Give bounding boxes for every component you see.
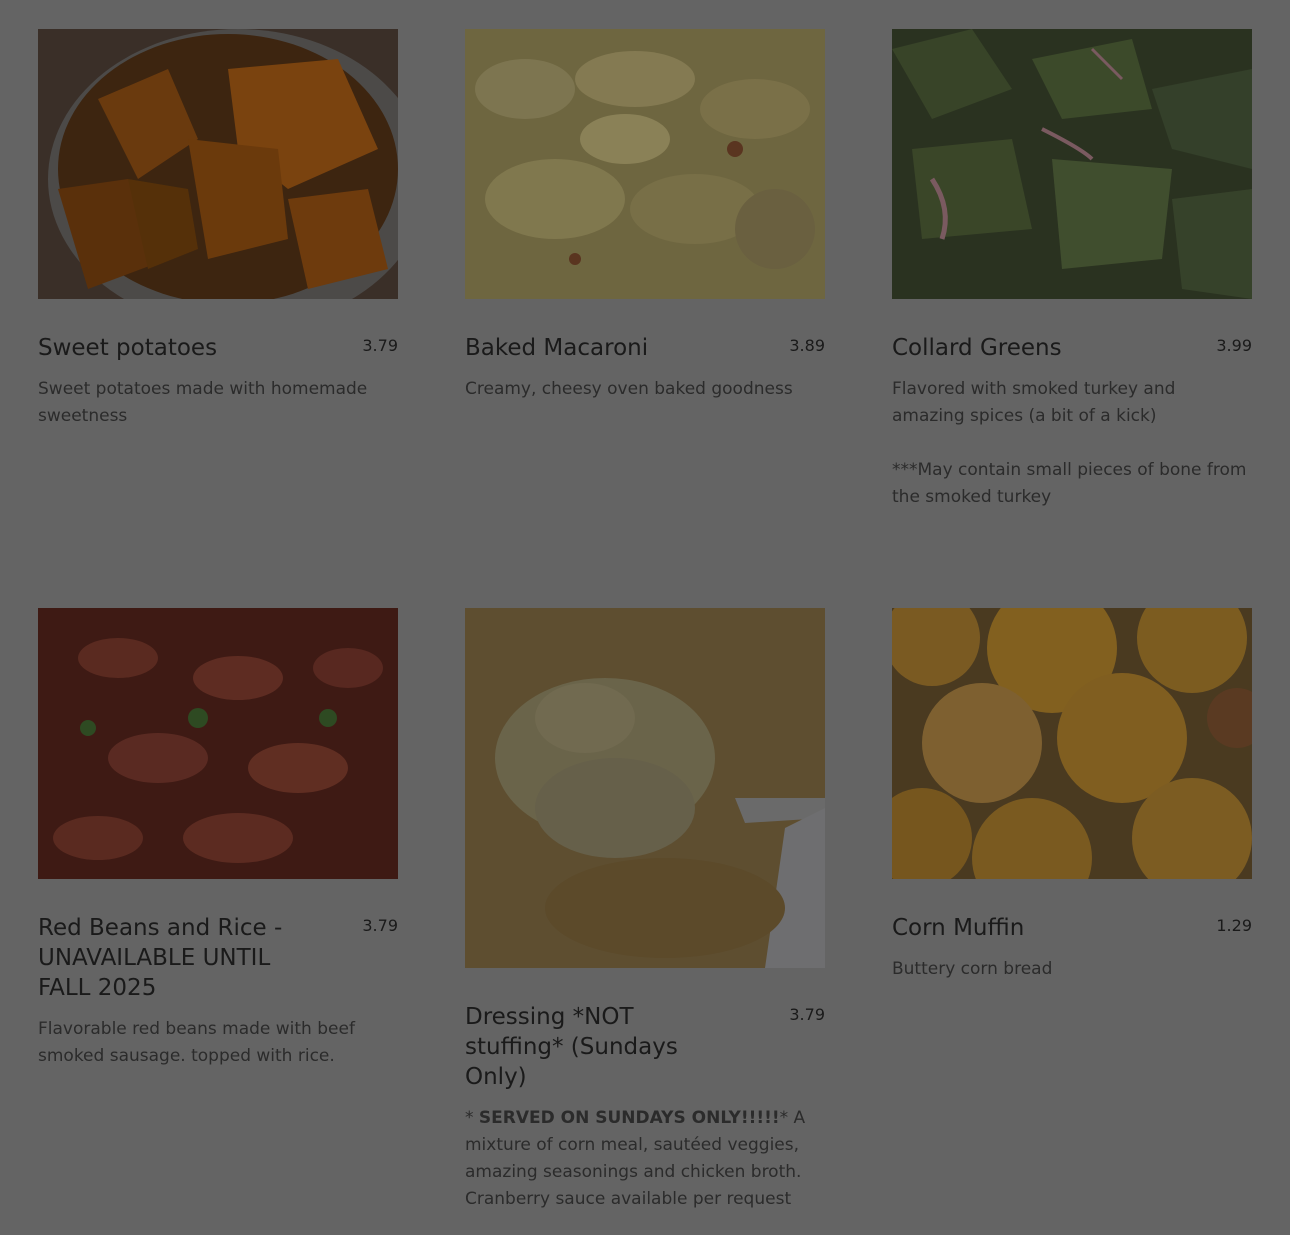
item-name: Dressing *NOT stuffing* (Sundays Only) <box>465 1004 678 1090</box>
menu-item-dressing[interactable]: Dressing *NOT stuffing* (Sundays Only) 3… <box>465 608 825 1213</box>
menu-item-sweet-potatoes[interactable]: Sweet potatoes 3.79 Sweet potatoes made … <box>38 29 398 430</box>
menu-item-corn-muffin[interactable]: Corn Muffin 1.29 Buttery corn bread <box>892 608 1252 983</box>
item-name: Baked Macaroni <box>465 335 649 361</box>
item-description: Buttery corn bread <box>892 959 1053 979</box>
menu-item-red-beans-rice[interactable]: Red Beans and Rice - UNAVAILABLE UNTIL F… <box>38 608 398 1070</box>
menu-item-collard-greens[interactable]: Collard Greens 3.99 Flavored with smoked… <box>892 29 1252 511</box>
item-price: 3.99 <box>1216 336 1252 355</box>
menu-item-baked-macaroni[interactable]: Baked Macaroni 3.89 Creamy, cheesy oven … <box>465 29 825 403</box>
baked-macaroni-photo[interactable] <box>465 29 825 299</box>
item-description: * SERVED ON SUNDAYS ONLY!!!!!* A mixture… <box>465 1105 825 1213</box>
description-prefix: * <box>465 1108 479 1128</box>
item-price: 3.79 <box>789 1005 825 1024</box>
item-name: Red Beans and Rice - UNAVAILABLE UNTIL F… <box>38 915 283 1001</box>
menu-page: Sweet potatoes 3.79 Sweet potatoes made … <box>0 0 1290 1235</box>
item-price: 3.79 <box>362 336 398 355</box>
dressing-photo[interactable] <box>465 608 825 968</box>
description-bold: SERVED ON SUNDAYS ONLY!!!!! <box>478 1108 780 1128</box>
item-name: Collard Greens <box>892 335 1062 361</box>
item-price: 1.29 <box>1216 916 1252 935</box>
item-description: Flavored with smoked turkey and amazing … <box>892 379 1247 507</box>
item-description: Sweet potatoes made with homemade sweetn… <box>38 379 368 426</box>
item-price: 3.79 <box>362 916 398 935</box>
corn-muffin-photo[interactable] <box>892 608 1252 879</box>
item-name: Corn Muffin <box>892 915 1025 941</box>
red-beans-rice-photo[interactable] <box>38 608 398 879</box>
sweet-potatoes-photo[interactable] <box>38 29 398 299</box>
item-name: Sweet potatoes <box>38 335 218 361</box>
item-description: Creamy, cheesy oven baked goodness <box>465 379 793 399</box>
item-price: 3.89 <box>789 336 825 355</box>
collard-greens-photo[interactable] <box>892 29 1252 299</box>
item-description: Flavorable red beans made with beef smok… <box>38 1019 355 1066</box>
